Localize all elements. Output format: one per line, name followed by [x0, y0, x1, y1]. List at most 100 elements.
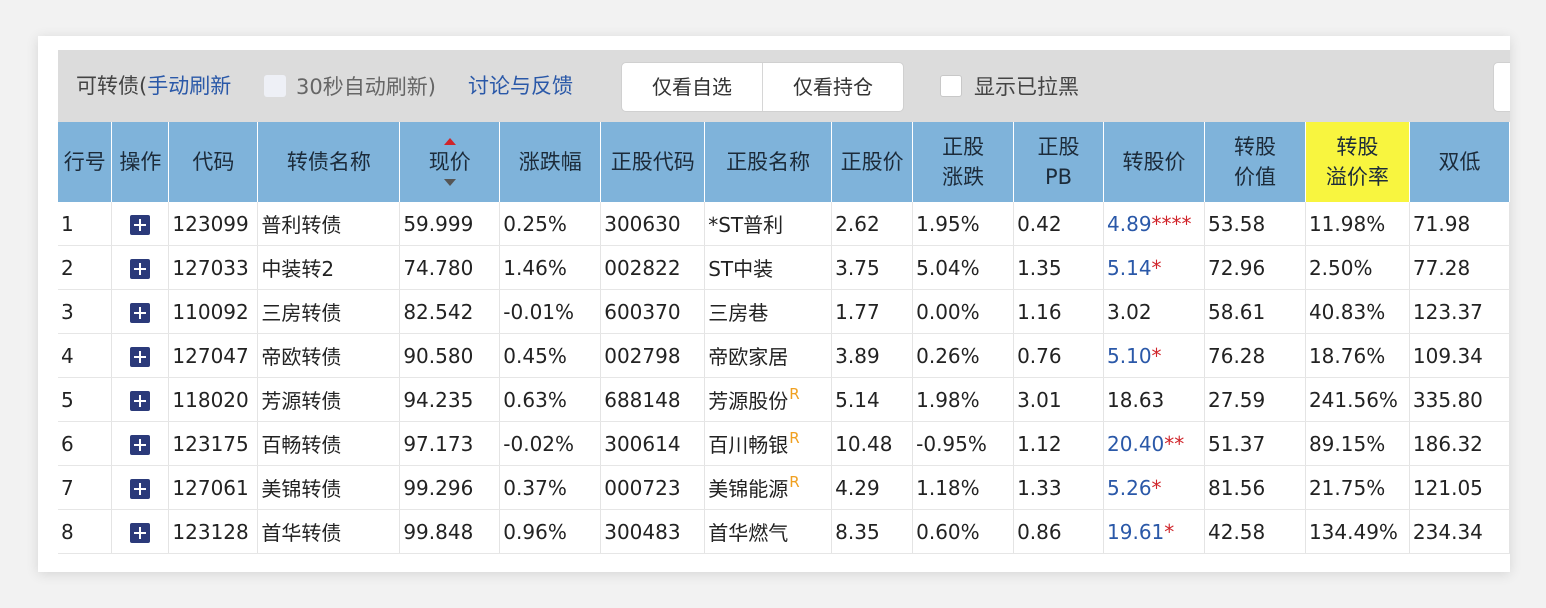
- holdings-only-button[interactable]: 仅看持仓: [762, 63, 903, 111]
- header-stock-change-line2: 涨跌: [942, 165, 985, 189]
- stock-code-link[interactable]: 300614: [600, 421, 706, 466]
- header-conv-price[interactable]: 转股价: [1103, 122, 1205, 202]
- stock-code-link[interactable]: 002822: [600, 245, 706, 290]
- header-stock-name[interactable]: 正股名称: [704, 122, 833, 202]
- conv-price[interactable]: 5.14: [1107, 256, 1152, 280]
- header-stock-pb[interactable]: 正股 PB: [1013, 122, 1105, 202]
- discuss-feedback-link[interactable]: 讨论与反馈: [468, 50, 573, 122]
- stock-change: 0.60%: [912, 509, 1015, 554]
- bond-price: 99.848: [399, 509, 501, 554]
- bond-price: 90.580: [399, 333, 501, 378]
- adjust-stars: *: [1151, 255, 1162, 280]
- stock-code-link[interactable]: 600370: [600, 289, 706, 334]
- conv-price-cell: 3.02: [1103, 289, 1205, 334]
- toolbar: 可转债(手动刷新 30秒自动刷新) 讨论与反馈 仅看自选 仅看持仓 显示已拉黑: [58, 50, 1510, 122]
- conv-value: 72.96: [1204, 245, 1306, 290]
- conv-price[interactable]: 19.61: [1107, 520, 1164, 544]
- plus-square-icon[interactable]: [130, 435, 151, 455]
- row-action: [111, 509, 170, 554]
- header-price[interactable]: 现价: [399, 122, 501, 202]
- auto-refresh-checkbox[interactable]: [264, 75, 286, 97]
- conv-premium: 11.98%: [1305, 202, 1410, 246]
- watchlist-only-button[interactable]: 仅看自选: [622, 63, 762, 111]
- toolbar-title: 可转债(手动刷新: [76, 50, 231, 122]
- conv-premium: 21.75%: [1305, 465, 1410, 510]
- table-row[interactable]: 2 127033 中装转2 74.780 1.46% 002822 ST中装 3.75 5.04…: [58, 245, 1510, 290]
- plus-square-icon[interactable]: [130, 347, 151, 367]
- plus-square-icon[interactable]: [130, 303, 151, 323]
- bond-price: 99.296: [399, 465, 501, 510]
- conv-price[interactable]: 5.26: [1107, 476, 1152, 500]
- bond-code-link[interactable]: 127047: [168, 333, 259, 378]
- conv-price[interactable]: 5.10: [1107, 344, 1152, 368]
- header-change[interactable]: 涨跌幅: [499, 122, 602, 202]
- stock-price: 1.77: [831, 289, 914, 334]
- bond-code-link[interactable]: 123128: [168, 509, 259, 554]
- show-blacklisted-label: 显示已拉黑: [974, 75, 1079, 99]
- stock-pb: 1.12: [1013, 421, 1105, 466]
- bond-price: 82.542: [399, 289, 501, 334]
- table-row[interactable]: 1 123099 普利转债 59.999 0.25% 300630 *ST普利 2.62 1.9…: [58, 202, 1510, 246]
- bond-price: 74.780: [399, 245, 501, 290]
- table-row[interactable]: 6 123175 百畅转债 97.173 -0.02% 300614 百川畅银R 10.48-…: [58, 421, 1510, 466]
- header-action[interactable]: 操作: [111, 122, 170, 202]
- header-premium[interactable]: 转股 溢价率: [1305, 122, 1410, 202]
- header-stock-change[interactable]: 正股 涨跌: [912, 122, 1015, 202]
- plus-square-icon[interactable]: [130, 523, 151, 543]
- bond-code-link[interactable]: 110092: [168, 289, 259, 334]
- conv-price-cell: 20.40**: [1103, 421, 1205, 466]
- bond-code-link[interactable]: 127061: [168, 465, 259, 510]
- bond-code-link[interactable]: 118020: [168, 377, 259, 422]
- toolbar-overflow-button[interactable]: [1493, 62, 1510, 112]
- show-blacklisted-checkbox[interactable]: [940, 75, 962, 97]
- bond-name: 首华转债: [257, 509, 401, 554]
- adjust-stars: *: [1151, 343, 1162, 368]
- table-row[interactable]: 7 127061 美锦转债 99.296 0.37% 000723 美锦能源R 4.29 1.1…: [58, 465, 1510, 510]
- header-stock-price[interactable]: 正股价: [831, 122, 914, 202]
- stock-code-link[interactable]: 300630: [600, 202, 706, 246]
- conv-price[interactable]: 4.89: [1107, 212, 1152, 236]
- double-low: 335.80: [1409, 377, 1510, 422]
- sort-desc-icon: [443, 179, 456, 186]
- conv-price: 3.02: [1107, 299, 1152, 324]
- adjust-stars: *: [1164, 519, 1175, 544]
- row-no: 4: [58, 333, 113, 378]
- auto-refresh-toggle[interactable]: 30秒自动刷新): [264, 73, 436, 99]
- table-row[interactable]: 3 110092 三房转债 82.542 -0.01% 600370 三房巷 1.77 0.00…: [58, 289, 1510, 334]
- stock-pb: 1.35: [1013, 245, 1105, 290]
- bond-code-link[interactable]: 123099: [168, 202, 259, 246]
- table-row[interactable]: 4 127047 帝欧转债 90.580 0.45% 002798 帝欧家居 3.89 0.26…: [58, 333, 1510, 378]
- show-blacklisted-toggle[interactable]: 显示已拉黑: [940, 73, 1079, 99]
- header-stock-change-line1: 正股: [942, 135, 985, 159]
- plus-square-icon[interactable]: [130, 259, 151, 279]
- conv-premium: 89.15%: [1305, 421, 1410, 466]
- bond-code-link[interactable]: 127033: [168, 245, 259, 290]
- stock-pb: 0.42: [1013, 202, 1105, 246]
- stock-code-link[interactable]: 300483: [600, 509, 706, 554]
- plus-square-icon[interactable]: [130, 391, 151, 411]
- bond-change: 0.45%: [499, 333, 602, 378]
- table-row[interactable]: 8 123128 首华转债 99.848 0.96% 300483 首华燃气 8.35 0.60…: [58, 509, 1510, 554]
- stock-code-link[interactable]: 688148: [600, 377, 706, 422]
- stock-change: 1.98%: [912, 377, 1015, 422]
- header-stock-pb-line2: PB: [1045, 165, 1073, 189]
- bond-code-link[interactable]: 123175: [168, 421, 259, 466]
- header-premium-line2: 溢价率: [1325, 165, 1389, 189]
- stock-code-link[interactable]: 002798: [600, 333, 706, 378]
- header-conv-value[interactable]: 转股 价值: [1204, 122, 1306, 202]
- stock-code-link[interactable]: 000723: [600, 465, 706, 510]
- manual-refresh-link[interactable]: 手动刷新: [147, 74, 231, 98]
- header-code[interactable]: 代码: [168, 122, 259, 202]
- header-row-no[interactable]: 行号: [58, 122, 113, 202]
- plus-square-icon[interactable]: [130, 215, 151, 235]
- stock-name: 首华燃气: [708, 521, 789, 545]
- conv-premium: 18.76%: [1305, 333, 1410, 378]
- header-stock-code[interactable]: 正股代码: [600, 122, 706, 202]
- header-bond-name[interactable]: 转债名称: [257, 122, 401, 202]
- conv-price[interactable]: 20.40: [1107, 432, 1164, 456]
- header-double-low[interactable]: 双低: [1409, 122, 1510, 202]
- table-row[interactable]: 5 118020 芳源转债 94.235 0.63% 688148 芳源股份R 5.14 1.9…: [58, 377, 1510, 422]
- plus-square-icon[interactable]: [130, 479, 151, 499]
- stock-name-cell: 芳源股份R: [704, 377, 833, 422]
- header-stock-pb-line1: 正股: [1037, 135, 1080, 159]
